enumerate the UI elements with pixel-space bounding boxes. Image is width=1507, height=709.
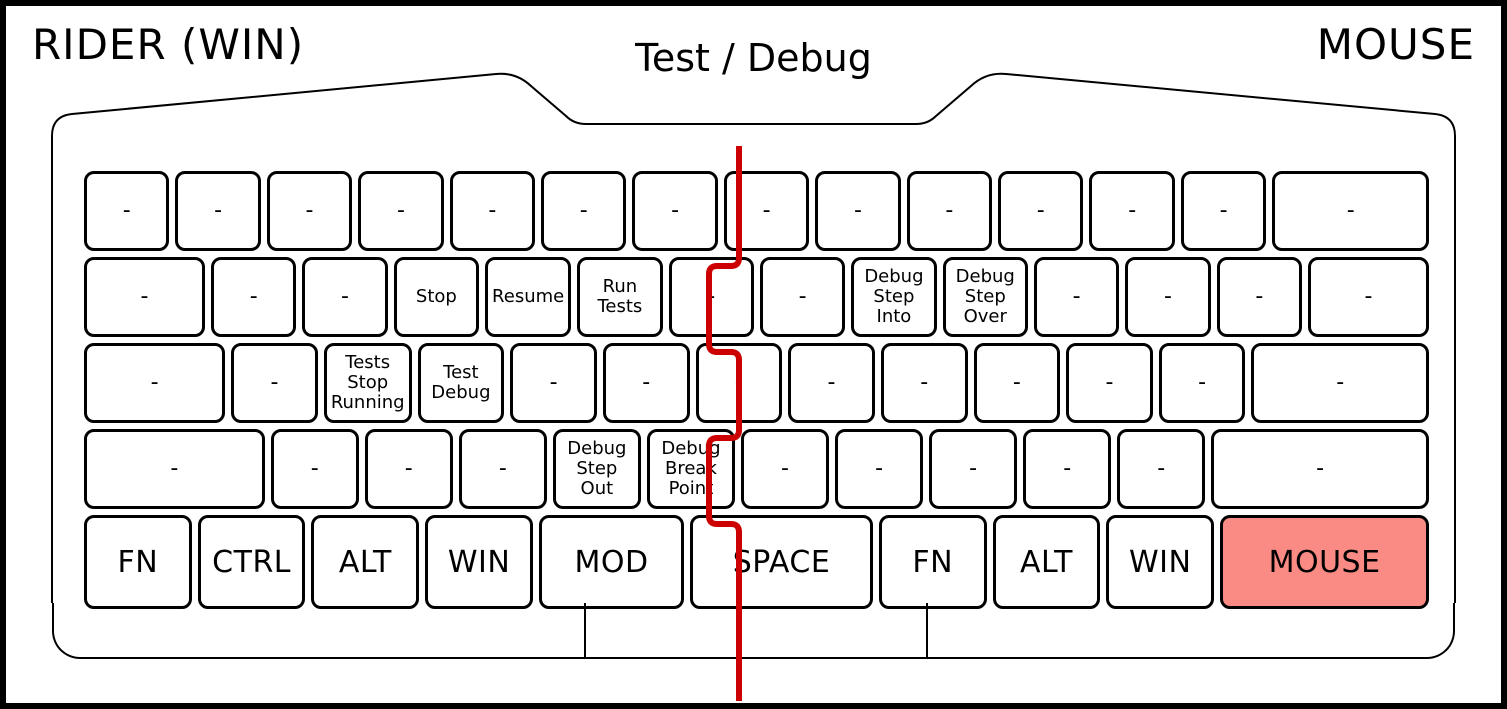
bottom-rail-seg-right — [928, 603, 1453, 657]
key-r4-9[interactable]: - — [929, 429, 1017, 509]
key-r1-7[interactable]: - — [632, 171, 717, 251]
keyboard-grid: - - - - - - - - - - - - - - - - - Stop R… — [84, 171, 1429, 609]
key-r3-6[interactable]: - — [603, 343, 690, 423]
key-fn-left[interactable]: FN — [84, 515, 192, 609]
key-r2-8[interactable]: - — [760, 257, 845, 337]
key-run-tests[interactable]: Run Tests — [577, 257, 662, 337]
key-r2-7[interactable]: - — [669, 257, 754, 337]
key-r2-13[interactable]: - — [1217, 257, 1302, 337]
bottom-rail-seg-left — [54, 603, 586, 657]
key-r2-1[interactable]: - — [84, 257, 205, 337]
key-r4-11[interactable]: - — [1117, 429, 1205, 509]
key-r3-9[interactable]: - — [881, 343, 968, 423]
key-r1-11[interactable]: - — [998, 171, 1083, 251]
key-r1-3[interactable]: - — [267, 171, 352, 251]
key-r4-10[interactable]: - — [1023, 429, 1111, 509]
key-alt-right[interactable]: ALT — [993, 515, 1101, 609]
key-r1-10[interactable]: - — [907, 171, 992, 251]
key-ctrl[interactable]: CTRL — [198, 515, 306, 609]
key-r4-2[interactable]: - — [271, 429, 359, 509]
key-r2-11[interactable]: - — [1034, 257, 1119, 337]
key-r4-8[interactable]: - — [835, 429, 923, 509]
key-win-left[interactable]: WIN — [425, 515, 533, 609]
key-space[interactable]: SPACE — [690, 515, 873, 609]
header-center-label: Test / Debug — [635, 36, 872, 80]
key-r3-1[interactable]: - — [84, 343, 225, 423]
key-debug-step-out[interactable]: Debug Step Out — [553, 429, 641, 509]
key-resume[interactable]: Resume — [485, 257, 571, 337]
key-r1-9[interactable]: - — [815, 171, 900, 251]
key-mouse[interactable]: MOUSE — [1220, 515, 1429, 609]
key-r4-7[interactable]: - — [741, 429, 829, 509]
key-r1-5[interactable]: - — [450, 171, 535, 251]
key-r1-4[interactable]: - — [358, 171, 443, 251]
bottom-rail-seg-center — [586, 603, 928, 657]
key-r2-3[interactable]: - — [302, 257, 387, 337]
row-3: - - Tests Stop Running Test Debug - - - … — [84, 343, 1429, 423]
key-r1-12[interactable]: - — [1089, 171, 1174, 251]
key-debug-step-into[interactable]: Debug Step Into — [851, 257, 936, 337]
row-4: - - - - Debug Step Out Debug Break Point… — [84, 429, 1429, 509]
key-r1-2[interactable]: - — [175, 171, 260, 251]
key-r2-2[interactable]: - — [211, 257, 296, 337]
key-fn-right[interactable]: FN — [879, 515, 987, 609]
key-r1-14[interactable]: - — [1272, 171, 1429, 251]
key-r4-4[interactable]: - — [459, 429, 547, 509]
key-r3-7[interactable]: - — [696, 343, 783, 423]
key-r2-14[interactable]: - — [1308, 257, 1429, 337]
row-2: - - - Stop Resume Run Tests - - Debug St… — [84, 257, 1429, 337]
key-r3-13[interactable]: - — [1251, 343, 1428, 423]
row-5: FN CTRL ALT WIN MOD SPACE FN ALT WIN MOU… — [84, 515, 1429, 609]
key-r3-8[interactable]: - — [788, 343, 875, 423]
key-debug-step-over[interactable]: Debug Step Over — [943, 257, 1028, 337]
key-debug-breakpoint[interactable]: Debug Break Point — [647, 429, 735, 509]
key-stop[interactable]: Stop — [394, 257, 479, 337]
key-r4-12[interactable]: - — [1211, 429, 1429, 509]
key-mod[interactable]: MOD — [539, 515, 684, 609]
header-right-label: MOUSE — [1317, 20, 1475, 69]
key-r4-1[interactable]: - — [84, 429, 265, 509]
key-win-right[interactable]: WIN — [1106, 515, 1214, 609]
key-test-debug[interactable]: Test Debug — [418, 343, 505, 423]
key-tests-stop-running[interactable]: Tests Stop Running — [324, 343, 412, 423]
keyboard-layout-frame: RIDER (WIN) Test / Debug MOUSE - - - - -… — [0, 0, 1507, 709]
key-r3-10[interactable]: - — [974, 343, 1061, 423]
key-r2-12[interactable]: - — [1125, 257, 1210, 337]
bottom-rail — [52, 603, 1455, 659]
key-r3-12[interactable]: - — [1159, 343, 1246, 423]
key-r3-2[interactable]: - — [231, 343, 318, 423]
key-alt-left[interactable]: ALT — [311, 515, 419, 609]
key-r1-1[interactable]: - — [84, 171, 169, 251]
key-r1-13[interactable]: - — [1181, 171, 1266, 251]
key-r1-8[interactable]: - — [724, 171, 809, 251]
key-r3-11[interactable]: - — [1066, 343, 1153, 423]
key-r3-5[interactable]: - — [510, 343, 597, 423]
row-1: - - - - - - - - - - - - - - — [84, 171, 1429, 251]
key-r1-6[interactable]: - — [541, 171, 626, 251]
key-r4-3[interactable]: - — [365, 429, 453, 509]
header-left-label: RIDER (WIN) — [32, 20, 304, 69]
